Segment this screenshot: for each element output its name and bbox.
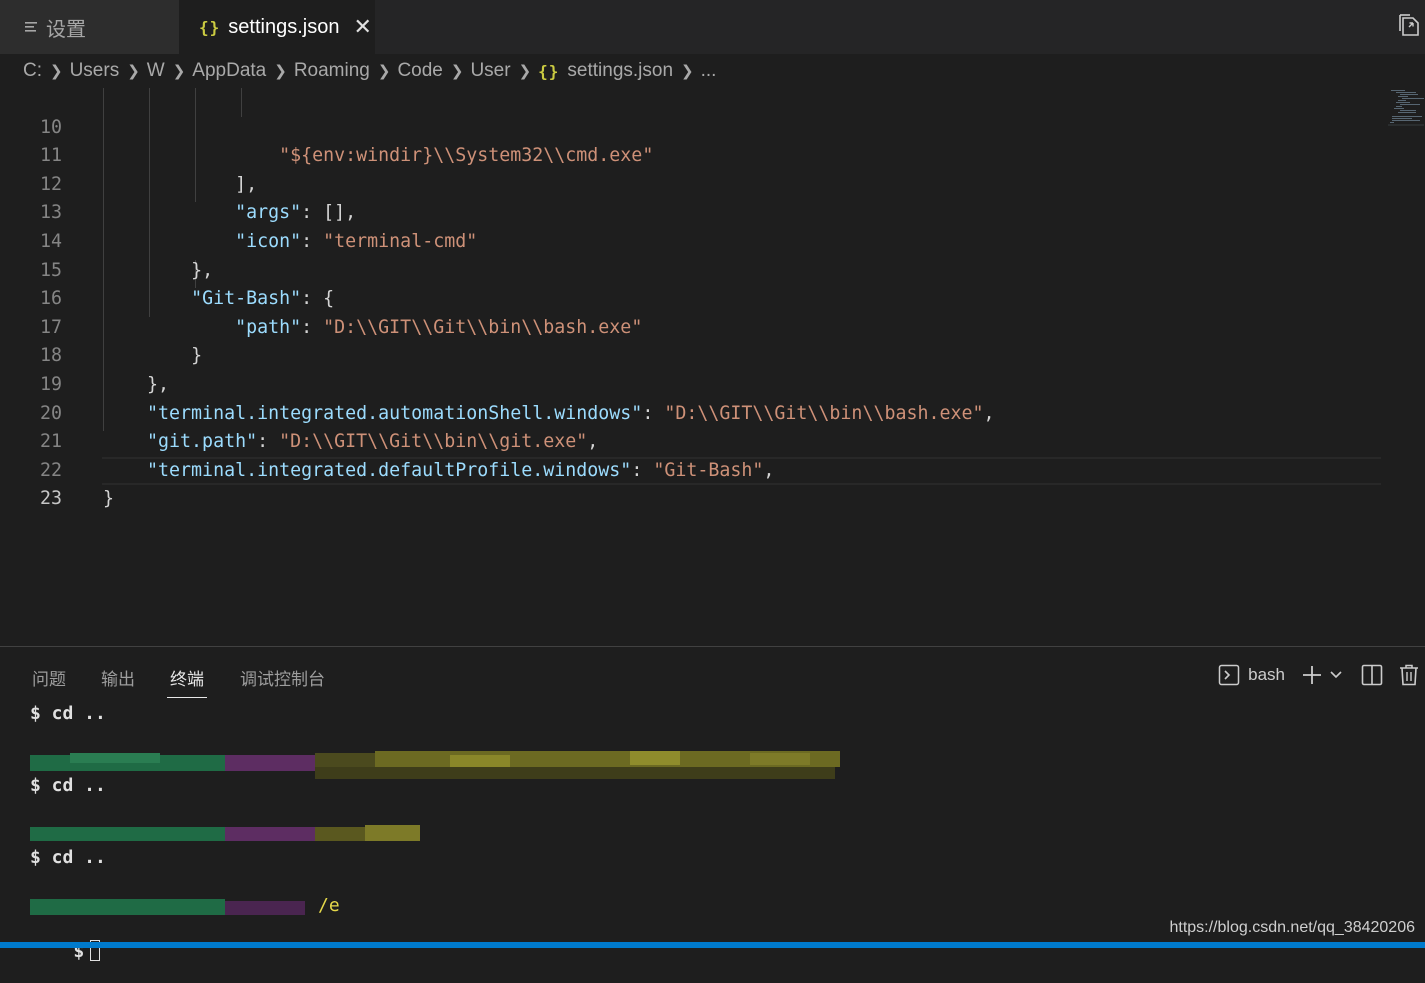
breadcrumb: C: ❯ Users ❯ W ❯ AppData ❯ Roaming ❯ Cod… — [0, 54, 1425, 88]
trash-icon[interactable] — [1399, 664, 1419, 686]
code-line: 18 }, — [0, 314, 1425, 395]
shell-name: bash — [1248, 665, 1285, 684]
tab-output[interactable]: 输出 — [101, 665, 135, 690]
breadcrumb-item[interactable]: Code — [397, 60, 442, 82]
code-line: 17 } — [0, 285, 1425, 367]
minimap[interactable] — [1388, 88, 1424, 132]
chevron-right-icon: ❯ — [450, 63, 464, 80]
chevron-right-icon: ❯ — [127, 63, 140, 80]
tab-terminal[interactable]: 终端 — [170, 665, 204, 690]
terminal-line: $ cd .. — [30, 847, 106, 868]
json-file-icon: {} — [199, 17, 221, 37]
list-icon — [24, 20, 38, 34]
code-line: 22 } — [0, 428, 1425, 510]
line-content: } — [103, 488, 115, 510]
code-line: 10 "${env:windir}\\System32\\cmd.exe" — [0, 88, 1425, 167]
breadcrumb-item[interactable]: Roaming — [294, 60, 370, 82]
active-tab-indicator — [167, 697, 207, 698]
terminal-path: /e — [318, 895, 340, 916]
code-line: 15 "Git-Bash": { — [0, 228, 1425, 310]
tab-settings-json[interactable]: {} settings.json ✕ — [179, 0, 375, 54]
tab-settings-json-label: settings.json — [228, 15, 340, 38]
bottom-panel: 问题 输出 终端 调试控制台 bash $ cd .. $ cd .. $ cd… — [0, 646, 1425, 962]
breadcrumb-item[interactable]: User — [470, 60, 510, 82]
code-line: 23 — [0, 457, 1425, 509]
chevron-right-icon: ❯ — [377, 63, 391, 80]
code-line: 21 "terminal.integrated.defaultProfile.w… — [0, 400, 1425, 481]
breadcrumb-item[interactable]: C: — [23, 60, 42, 82]
code-line: 20 "git.path": "D:\\GIT\\Git\\bin\\git.e… — [0, 371, 1425, 453]
tab-settings-label: 设置 — [46, 18, 86, 41]
editor-tab-bar: 设置 {} settings.json ✕ — [0, 0, 1425, 54]
code-line: 11 ], — [0, 114, 1425, 195]
terminal-line: $ cd .. — [30, 775, 106, 796]
chevron-right-icon: ❯ — [172, 63, 186, 80]
terminal-line: $ cd .. — [30, 703, 106, 724]
split-terminal-icon[interactable] — [1361, 664, 1383, 686]
breadcrumb-file-label: settings.json — [567, 60, 674, 81]
code-line: 14 }, — [0, 199, 1425, 281]
breadcrumb-item[interactable]: Users — [70, 60, 120, 82]
chevron-right-icon: ❯ — [518, 63, 532, 80]
terminal-icon — [1218, 664, 1240, 686]
breadcrumb-item[interactable]: W — [147, 60, 165, 82]
breadcrumb-item[interactable]: ... — [701, 60, 717, 82]
breadcrumb-item[interactable]: AppData — [192, 60, 266, 82]
panel-actions: bash — [1218, 661, 1425, 689]
status-bar — [0, 942, 1425, 948]
code-editor[interactable]: 10 "${env:windir}\\System32\\cmd.exe" 11… — [0, 88, 1425, 646]
chevron-down-icon[interactable] — [1329, 668, 1343, 682]
tab-debug-console[interactable]: 调试控制台 — [240, 665, 325, 690]
open-settings-ui-icon[interactable] — [1399, 14, 1421, 43]
chevron-right-icon: ❯ — [681, 63, 694, 80]
json-file-icon: {} — [538, 61, 560, 81]
redacted-prompt — [30, 751, 840, 779]
redacted-prompt — [30, 825, 420, 843]
new-terminal-plus-icon[interactable] — [1301, 664, 1323, 686]
tab-problems[interactable]: 问题 — [32, 665, 66, 690]
chevron-right-icon: ❯ — [50, 63, 63, 80]
code-line: 16 "path": "D:\\GIT\\Git\\bin\\bash.exe" — [0, 257, 1425, 338]
terminal-prompt-line[interactable]: $ — [30, 919, 101, 983]
code-line: 13 "icon": "terminal-cmd" — [0, 171, 1425, 252]
code-line: 12 "args": [], — [0, 142, 1425, 224]
watermark: https://blog.csdn.net/qq_38420206 — [1169, 919, 1415, 936]
chevron-right-icon: ❯ — [274, 63, 287, 80]
terminal-shell-selector[interactable]: bash — [1218, 664, 1285, 686]
breadcrumb-item-file[interactable]: {} settings.json — [538, 60, 673, 82]
code-line: 19 "terminal.integrated.automationShell.… — [0, 342, 1425, 424]
redacted-prompt — [30, 897, 310, 917]
line-number: 23 — [39, 488, 62, 510]
tab-settings[interactable]: 设置 — [0, 0, 179, 54]
close-icon[interactable]: ✕ — [353, 16, 371, 38]
